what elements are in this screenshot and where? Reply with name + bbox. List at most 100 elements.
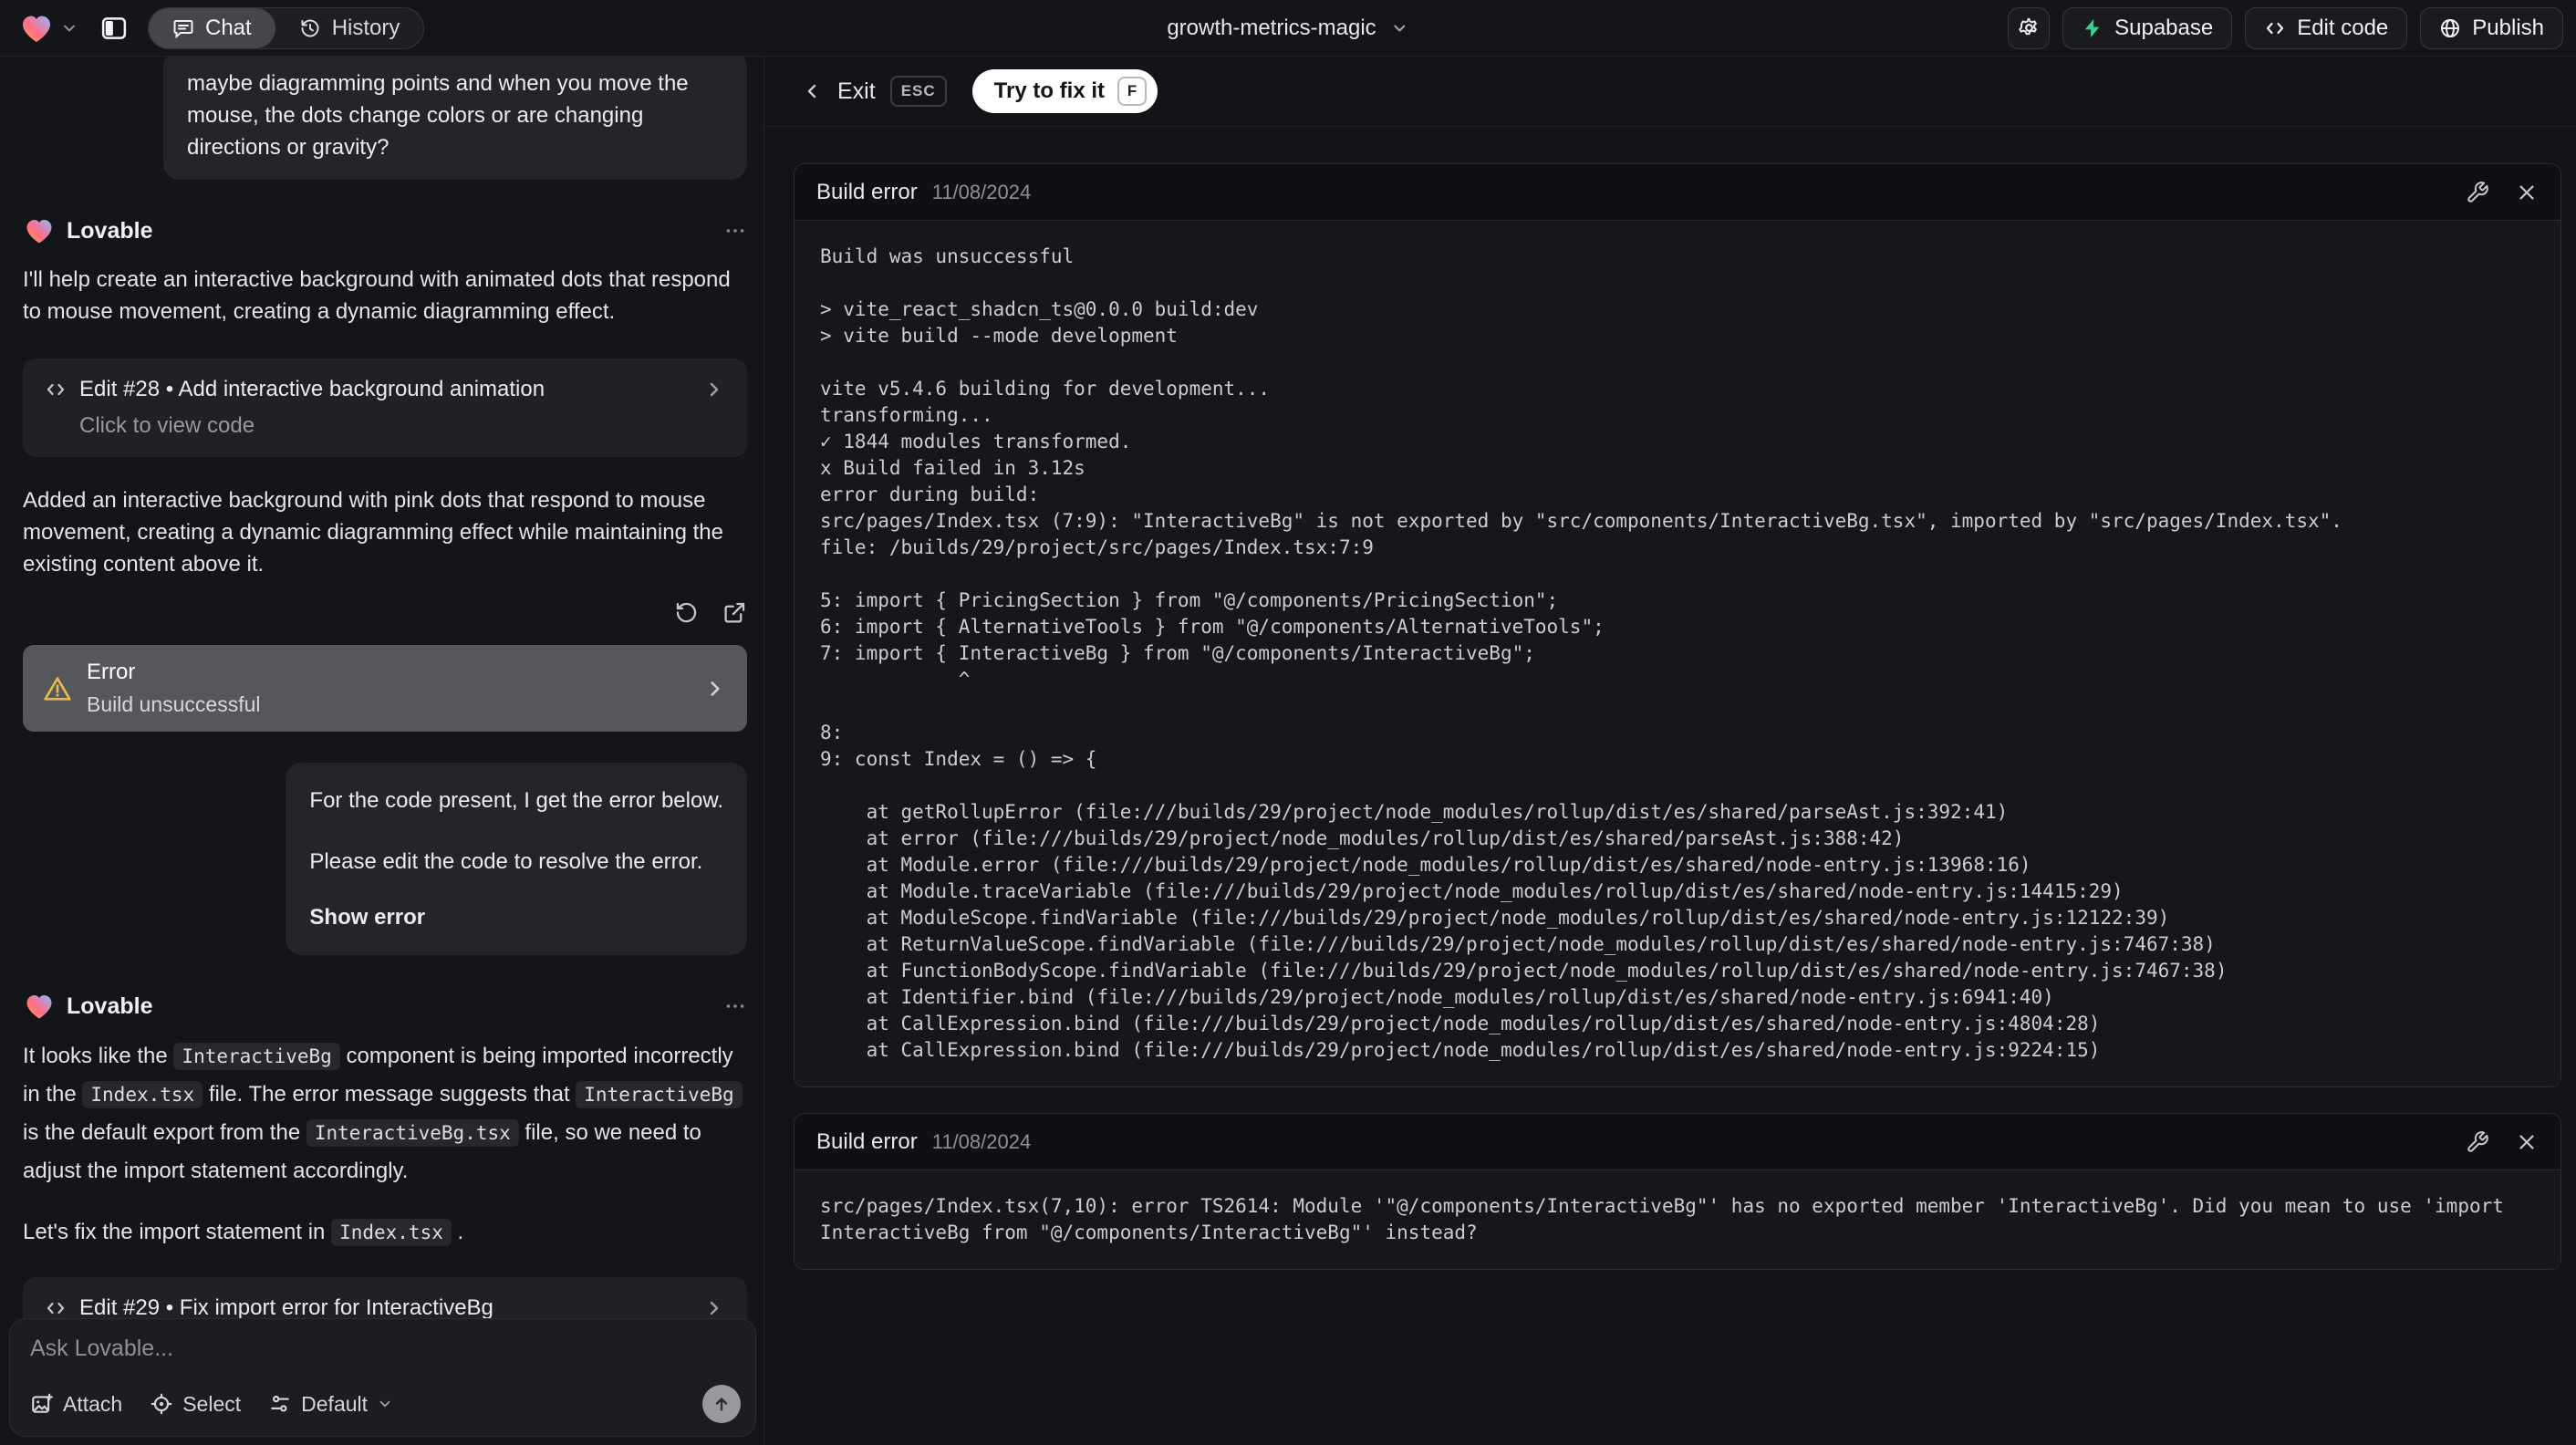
sliders-icon <box>268 1392 292 1416</box>
f-keycap: F <box>1117 77 1148 106</box>
fix-wrench-icon[interactable] <box>2466 181 2489 204</box>
assistant-name: Lovable <box>67 217 153 244</box>
exit-label: Exit <box>837 78 876 104</box>
settings-button[interactable] <box>2008 6 2051 49</box>
edit-code-label: Edit code <box>2297 15 2389 40</box>
try-to-fix-button[interactable]: Try to fix it F <box>971 69 1158 113</box>
attach-image-icon <box>30 1392 54 1416</box>
select-label: Select <box>182 1391 242 1416</box>
sidebar-toggle-button[interactable] <box>93 7 135 49</box>
build-error-card-1: Build error 11/08/2024 Build was unsucce… <box>794 163 2561 1087</box>
inline-code: InteractiveBg.tsx <box>306 1119 519 1147</box>
project-name: growth-metrics-magic <box>1167 15 1376 40</box>
lovable-heart-icon <box>18 10 55 47</box>
chevron-down-icon <box>60 19 78 37</box>
show-error-link[interactable]: Show error <box>309 901 723 933</box>
supabase-button[interactable]: Supabase <box>2062 6 2233 49</box>
error-card-header: Build error 11/08/2024 <box>795 164 2560 221</box>
lovable-logo-menu[interactable] <box>13 10 84 47</box>
fix-wrench-icon[interactable] <box>2466 1130 2489 1154</box>
user-message: maybe diagramming points and when you mo… <box>163 57 747 180</box>
chat-bubble-icon <box>172 17 194 39</box>
supabase-bolt-icon <box>2082 17 2103 39</box>
user-error-line2: Please edit the code to resolve the erro… <box>309 849 703 874</box>
user-message: For the code present, I get the error be… <box>286 763 747 955</box>
tab-chat-label: Chat <box>205 15 252 40</box>
assistant-text: Added an interactive background with pin… <box>23 488 723 577</box>
chat-input[interactable] <box>30 1336 735 1362</box>
edit-28-subtitle: Click to view code <box>79 413 255 438</box>
message-actions <box>23 600 747 625</box>
code-icon <box>45 1297 67 1319</box>
project-selector[interactable]: growth-metrics-magic <box>1167 16 1408 41</box>
code-icon <box>45 379 67 400</box>
message-more-button[interactable] <box>723 994 747 1018</box>
assistant-lets-fix-text: Let's fix the import statement in Index.… <box>23 1219 464 1246</box>
esc-keycap: ESC <box>889 76 947 107</box>
top-bar: Chat History growth-metrics-magic Supaba… <box>0 0 2576 57</box>
tab-chat[interactable]: Chat <box>149 7 275 48</box>
assistant-message-header: Lovable <box>23 214 747 247</box>
user-error-line1: For the code present, I get the error be… <box>309 788 723 813</box>
lovable-heart-icon <box>23 214 56 247</box>
close-icon[interactable] <box>2515 1130 2539 1154</box>
try-to-fix-label: Try to fix it <box>993 78 1106 103</box>
supabase-label: Supabase <box>2114 15 2214 40</box>
select-target-icon <box>150 1392 173 1416</box>
chevron-down-icon <box>377 1396 393 1412</box>
publish-button[interactable]: Publish <box>2420 6 2563 49</box>
chat-history-tabs: Chat History <box>148 6 425 49</box>
arrow-up-icon <box>712 1394 732 1414</box>
mode-dropdown[interactable]: Default <box>268 1392 393 1417</box>
build-log: Build was unsuccessful > vite_react_shad… <box>820 245 2342 1061</box>
error-card-date: 11/08/2024 <box>931 1129 1032 1153</box>
assistant-fix-text: It looks like the InteractiveBg componen… <box>23 1037 747 1190</box>
error-card-date: 11/08/2024 <box>931 180 1032 203</box>
inline-code: InteractiveBg <box>576 1081 743 1108</box>
edit-code-button[interactable]: Edit code <box>2245 6 2408 49</box>
tab-history-label: History <box>331 15 400 40</box>
open-preview-icon[interactable] <box>722 600 747 625</box>
lovable-heart-icon <box>23 990 56 1023</box>
error-card-title: Build error <box>816 1128 918 1154</box>
chevron-down-icon <box>1391 19 1409 37</box>
attach-button[interactable]: Attach <box>30 1392 122 1417</box>
build-log: src/pages/Index.tsx(7,10): error TS2614:… <box>820 1195 2516 1243</box>
send-button[interactable] <box>702 1385 741 1423</box>
error-card-title: Build error <box>816 179 918 204</box>
chevron-left-icon <box>801 80 823 102</box>
select-button[interactable]: Select <box>150 1392 241 1417</box>
error-cards-area[interactable]: Build error 11/08/2024 Build was unsucce… <box>764 127 2576 1444</box>
close-icon[interactable] <box>2515 181 2539 204</box>
build-error-banner[interactable]: Error Build unsuccessful <box>23 645 747 732</box>
code-icon <box>2264 17 2286 39</box>
chat-scroll-area[interactable]: maybe diagramming points and when you mo… <box>0 57 763 1444</box>
attach-label: Attach <box>63 1391 123 1416</box>
publish-label: Publish <box>2472 15 2544 40</box>
assistant-message-header: Lovable <box>23 990 747 1023</box>
exit-button[interactable]: Exit ESC <box>801 76 947 107</box>
mode-label: Default <box>301 1391 369 1416</box>
message-more-button[interactable] <box>723 219 747 243</box>
inline-code: Index.tsx <box>82 1081 203 1108</box>
build-error-card-2: Build error 11/08/2024 src/pages/Index.t… <box>794 1113 2561 1270</box>
error-preview-panel: Exit ESC Try to fix it F Build error 11/… <box>764 57 2576 1444</box>
error-card-header: Build error 11/08/2024 <box>795 1114 2560 1170</box>
inline-code: InteractiveBg <box>173 1043 340 1070</box>
assistant-text: I'll help create an interactive backgrou… <box>23 267 731 324</box>
error-banner-subtitle: Build unsuccessful <box>87 692 261 716</box>
edit-28-card[interactable]: Edit #28 • Add interactive background an… <box>23 359 747 457</box>
chat-panel: maybe diagramming points and when you mo… <box>0 57 764 1444</box>
chevron-right-icon <box>703 677 727 701</box>
restore-icon[interactable] <box>674 600 699 625</box>
edit-29-title: Edit #29 • Fix import error for Interact… <box>79 1295 493 1320</box>
tab-history[interactable]: History <box>275 8 424 48</box>
panel-icon <box>100 15 128 42</box>
chevron-right-icon <box>703 379 725 400</box>
topbar-actions: Supabase Edit code Publish <box>2008 6 2563 49</box>
preview-header: Exit ESC Try to fix it F <box>764 57 2576 127</box>
warning-triangle-icon <box>43 674 72 703</box>
gear-icon <box>2017 16 2041 40</box>
error-banner-title: Error <box>87 660 136 684</box>
edit-28-title: Edit #28 • Add interactive background an… <box>79 377 545 401</box>
